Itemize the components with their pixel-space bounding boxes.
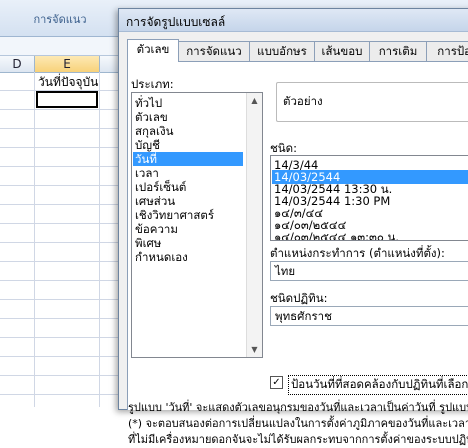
category-time[interactable]: เวลา xyxy=(135,166,159,180)
tab-border[interactable]: เส้นขอบ xyxy=(314,41,370,61)
sample-groupbox: ตัวอย่าง xyxy=(276,82,468,122)
category-date[interactable]: วันที่ xyxy=(133,152,243,166)
gridline-row xyxy=(0,223,118,224)
type-item[interactable]: ๑๔/๐๓/๒๕๔๔ ๑๓:๓๐ น. xyxy=(274,230,399,240)
category-percentage[interactable]: เปอร์เซ็นต์ xyxy=(135,180,186,194)
tab-number[interactable]: ตัวเลข xyxy=(127,39,179,62)
category-currency[interactable]: สกุลเงิน xyxy=(135,124,173,138)
calendar-select[interactable]: พุทธศักราช xyxy=(270,306,468,326)
gridline-row xyxy=(0,242,118,243)
category-list[interactable]: ทั่วไป ตัวเลข สกุลเงิน บัญชี วันที่ เวลา… xyxy=(131,92,263,358)
gridline-row xyxy=(0,166,118,167)
gridline-row xyxy=(0,299,118,300)
calendar-input-checkbox[interactable]: ✓ xyxy=(270,376,283,389)
category-general[interactable]: ทั่วไป xyxy=(135,96,162,110)
category-number[interactable]: ตัวเลข xyxy=(135,110,168,124)
calendar-input-checkbox-label[interactable]: ป้อนวันที่ที่สอดคล้องกับปฏิทินที่เลือก xyxy=(288,375,468,395)
gridline-row xyxy=(0,318,118,319)
category-description: รูปแบบ 'วันที่' จะแสดงตัวเลขอนุกรมของวัน… xyxy=(128,400,468,448)
sample-label: ตัวอย่าง xyxy=(283,94,323,108)
scroll-down-icon[interactable]: ▼ xyxy=(247,342,262,357)
active-cell-e2[interactable] xyxy=(36,91,98,108)
column-header-e[interactable]: E xyxy=(35,56,100,73)
column-header-d[interactable]: D xyxy=(0,56,35,73)
gridline-row xyxy=(0,280,118,281)
gridline-row xyxy=(0,204,118,205)
category-custom[interactable]: กำหนดเอง xyxy=(135,250,188,264)
gridline-row xyxy=(0,356,118,357)
tab-fill[interactable]: การเติม xyxy=(369,41,427,61)
gridline-row xyxy=(0,394,118,395)
gridline-row xyxy=(0,147,118,148)
gridline-row xyxy=(0,375,118,376)
gridline-row xyxy=(0,261,118,262)
description-line-1: รูปแบบ 'วันที่' จะแสดงตัวเลขอนุกรมของวัน… xyxy=(128,401,468,414)
category-scientific[interactable]: เชิงวิทยาศาสตร์ xyxy=(135,208,214,222)
ribbon-group-alignment-label: การจัดแนว xyxy=(33,13,87,26)
format-cells-dialog: การจัดรูปแบบเซลล์ ตัวเลข การจัดแนว แบบอั… xyxy=(118,8,468,446)
tab-font[interactable]: แบบอักษร xyxy=(249,41,315,61)
tab-alignment[interactable]: การจัดแนว xyxy=(178,41,250,61)
scroll-up-icon[interactable]: ▲ xyxy=(247,93,262,108)
description-line-3: ที่ไม่มีเครื่องหมายดอกจันจะไม่ได้รับผลกร… xyxy=(128,433,468,446)
category-fraction[interactable]: เศษส่วน xyxy=(135,194,175,208)
cell-e1[interactable]: วันที่ปัจจุบัน xyxy=(38,73,98,92)
dialog-title: การจัดรูปแบบเซลล์ xyxy=(126,15,226,29)
locale-select[interactable]: ไทย xyxy=(270,261,468,281)
gridline-row xyxy=(0,128,118,129)
category-scrollbar[interactable]: ▲ ▼ xyxy=(246,93,262,357)
number-tab-panel: ประเภท: ทั่วไป ตัวเลข สกุลเงิน บัญชี วัน… xyxy=(127,61,468,446)
gridline-row xyxy=(0,109,118,110)
category-accounting[interactable]: บัญชี xyxy=(135,138,160,152)
dialog-title-bar[interactable]: การจัดรูปแบบเซลล์ xyxy=(119,9,468,32)
column-header-f[interactable] xyxy=(100,56,119,73)
gridline-row xyxy=(0,185,118,186)
description-line-2: (*) จะตอบสนองต่อการเปลี่ยนแปลงในการตั้งค… xyxy=(128,417,468,430)
type-list[interactable]: 14/3/44 14/03/2544 14/03/2544 13:30 น. 1… xyxy=(270,155,468,241)
gridline-row xyxy=(0,337,118,338)
tab-protection[interactable]: การป้อง xyxy=(426,41,468,61)
category-text[interactable]: ข้อความ xyxy=(135,222,178,236)
category-special[interactable]: พิเศษ xyxy=(135,236,161,250)
